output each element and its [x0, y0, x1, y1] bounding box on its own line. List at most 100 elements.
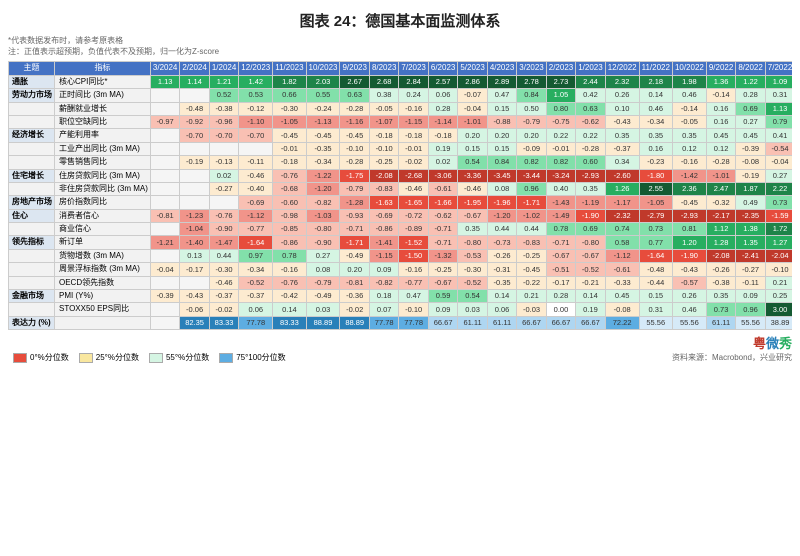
col-header-12-2023: 12/2023 [239, 62, 273, 75]
legend-item-2: 25°%分位数 [79, 352, 139, 363]
cell-6-6: -0.28 [340, 156, 369, 169]
cell-8-3: -0.40 [239, 182, 273, 195]
cell-17-6: -0.02 [340, 303, 369, 316]
cell-18-2: 83.33 [209, 316, 238, 329]
cell-7-7: -2.08 [369, 169, 398, 182]
cell-2-3: -0.12 [239, 102, 273, 115]
cell-1-18: -0.14 [706, 89, 735, 102]
row-category-16: 金融市场 [9, 290, 55, 303]
cell-18-10: 61.11 [458, 316, 487, 329]
cell-12-6: -1.71 [340, 236, 369, 249]
cell-13-0 [150, 249, 179, 262]
cell-14-18: -0.26 [706, 263, 735, 276]
cell-4-19: 0.45 [736, 129, 765, 142]
cell-6-2: -0.13 [209, 156, 238, 169]
cell-3-1: -0.92 [180, 115, 209, 128]
row-label-11: 商业信心 [55, 223, 151, 236]
cell-11-2: -0.90 [209, 223, 238, 236]
cell-17-1: -0.06 [180, 303, 209, 316]
cell-13-18: -2.08 [706, 249, 735, 262]
cell-3-7: -1.07 [369, 115, 398, 128]
cell-13-19: -2.41 [736, 249, 765, 262]
cell-2-11: 0.15 [487, 102, 516, 115]
cell-15-19: -0.11 [736, 276, 765, 289]
cell-17-2: -0.02 [209, 303, 238, 316]
cell-15-0 [150, 276, 179, 289]
cell-12-10: -0.80 [458, 236, 487, 249]
cell-10-6: -0.93 [340, 209, 369, 222]
cell-16-3: -0.37 [239, 290, 273, 303]
cell-9-9: -1.66 [428, 196, 457, 209]
cell-7-3: -0.46 [239, 169, 273, 182]
cell-13-14: -0.67 [576, 249, 605, 262]
cell-18-17: 55.56 [672, 316, 706, 329]
cell-6-1: -0.19 [180, 156, 209, 169]
col-header-11-2022: 11/2022 [639, 62, 672, 75]
cell-11-12: 0.44 [517, 223, 546, 236]
row-label-6: 零售销售同比 [55, 156, 151, 169]
col-header-11-2023: 11/2023 [273, 62, 306, 75]
cell-11-16: 0.73 [639, 223, 672, 236]
col-header-indicator: 指标 [55, 62, 151, 75]
cell-2-6: -0.28 [340, 102, 369, 115]
cell-14-4: -0.16 [273, 263, 306, 276]
legend-label-1: 0°%分位数 [30, 352, 69, 363]
cell-4-1: -0.70 [180, 129, 209, 142]
cell-15-11: -0.35 [487, 276, 516, 289]
cell-0-20: 1.09 [765, 75, 792, 88]
col-header-3-2023: 3/2023 [517, 62, 546, 75]
cell-13-8: -1.50 [399, 249, 428, 262]
legend-label-3: 55°%分位数 [166, 352, 209, 363]
cell-1-6: 0.63 [340, 89, 369, 102]
cell-1-19: 0.28 [736, 89, 765, 102]
cell-0-12: 2.78 [517, 75, 546, 88]
cell-0-19: 1.22 [736, 75, 765, 88]
cell-11-19: 1.38 [736, 223, 765, 236]
cell-15-12: -0.22 [517, 276, 546, 289]
cell-7-11: -3.45 [487, 169, 516, 182]
cell-5-8: -0.01 [399, 142, 428, 155]
cell-13-12: -0.25 [517, 249, 546, 262]
cell-9-14: -1.19 [576, 196, 605, 209]
cell-5-16: 0.16 [639, 142, 672, 155]
cell-4-2: -0.70 [209, 129, 238, 142]
row-label-5: 工业产出同比 (3m MA) [55, 142, 151, 155]
cell-17-5: 0.03 [306, 303, 340, 316]
cell-6-7: -0.25 [369, 156, 398, 169]
cell-0-17: 1.98 [672, 75, 706, 88]
col-header-8-2023: 8/2023 [369, 62, 398, 75]
cell-5-11: 0.15 [487, 142, 516, 155]
cell-3-13: -0.75 [546, 115, 575, 128]
cell-6-16: -0.23 [639, 156, 672, 169]
cell-10-11: -1.20 [487, 209, 516, 222]
cell-0-15: 2.32 [605, 75, 639, 88]
cell-2-10: -0.04 [458, 102, 487, 115]
cell-6-4: -0.18 [273, 156, 306, 169]
cell-2-17: -0.14 [672, 102, 706, 115]
cell-12-19: 1.35 [736, 236, 765, 249]
cell-1-4: 0.66 [273, 89, 306, 102]
cell-3-5: -1.13 [306, 115, 340, 128]
cell-15-5: -0.79 [306, 276, 340, 289]
cell-4-7: -0.18 [369, 129, 398, 142]
cell-18-11: 61.11 [487, 316, 516, 329]
cell-17-9: 0.09 [428, 303, 457, 316]
cell-8-18: 2.47 [706, 182, 735, 195]
cell-11-9: -0.71 [428, 223, 457, 236]
cell-18-1: 82.35 [180, 316, 209, 329]
cell-16-18: 0.35 [706, 290, 735, 303]
cell-4-20: 0.41 [765, 129, 792, 142]
cell-11-11: 0.44 [487, 223, 516, 236]
col-header-8-2022: 8/2022 [736, 62, 765, 75]
cell-10-1: -1.23 [180, 209, 209, 222]
cell-18-15: 72.22 [605, 316, 639, 329]
cell-5-9: 0.19 [428, 142, 457, 155]
cell-10-18: -2.17 [706, 209, 735, 222]
legend-label-2: 25°%分位数 [96, 352, 139, 363]
row-category-6 [9, 156, 55, 169]
cell-1-1 [180, 89, 209, 102]
row-label-12: 新订单 [55, 236, 151, 249]
cell-13-5: 0.27 [306, 249, 340, 262]
row-category-13 [9, 249, 55, 262]
cell-14-11: -0.31 [487, 263, 516, 276]
